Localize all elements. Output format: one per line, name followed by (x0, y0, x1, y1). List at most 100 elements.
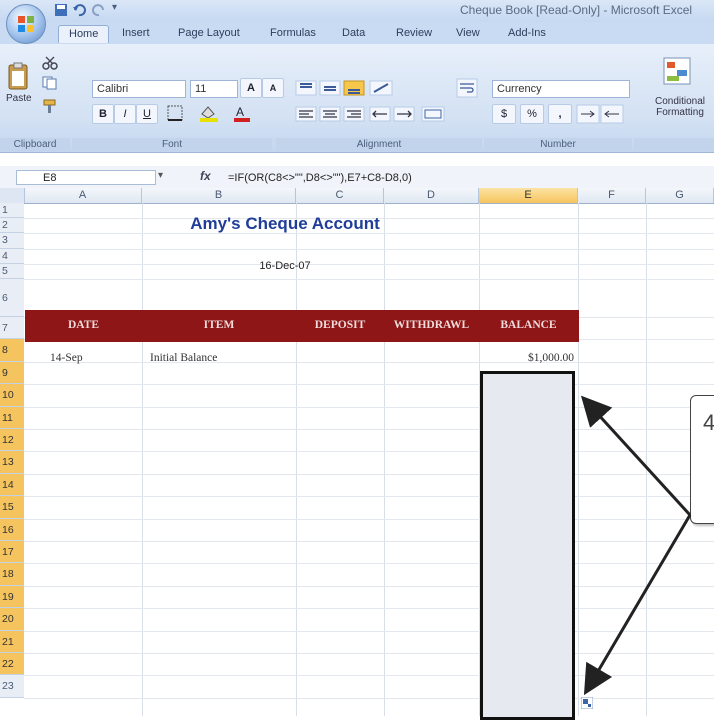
number-format-select[interactable]: Currency (492, 80, 630, 98)
header-withdrawl[interactable]: WITHDRAWL (384, 319, 479, 331)
row-header[interactable]: 17 (0, 541, 24, 564)
gridline (24, 496, 714, 498)
row-header[interactable]: 5 (0, 263, 24, 279)
shrink-font-button[interactable]: A (262, 78, 284, 98)
horizontal-align-icons[interactable] (294, 104, 454, 124)
office-button[interactable] (6, 4, 46, 44)
row-header[interactable]: 20 (0, 608, 24, 631)
row-header[interactable]: 3 (0, 233, 24, 249)
row-header[interactable]: 8 (0, 339, 24, 362)
row-header[interactable]: 6 (0, 279, 24, 317)
redo-icon[interactable] (92, 3, 106, 17)
column-header-c[interactable]: C (296, 188, 384, 203)
underline-button[interactable]: U (136, 104, 158, 124)
gridline (24, 263, 714, 265)
header-balance[interactable]: BALANCE (479, 319, 578, 331)
row-header[interactable]: 11 (0, 406, 24, 429)
gridline (24, 406, 714, 408)
row-header[interactable]: 19 (0, 585, 24, 609)
column-header-a[interactable]: A (24, 188, 142, 203)
column-header-e[interactable]: E (479, 188, 578, 203)
sheet-title[interactable]: Amy's Cheque Account (145, 214, 425, 234)
row-header[interactable]: 7 (0, 317, 24, 340)
gridline (24, 384, 714, 386)
row-header[interactable]: 13 (0, 451, 24, 474)
name-box-dropdown-icon[interactable]: ▾ (158, 170, 163, 181)
percent-button[interactable]: % (520, 104, 544, 124)
italic-button[interactable]: I (114, 104, 136, 124)
auto-fill-options-icon[interactable] (581, 697, 593, 709)
select-all-corner[interactable] (0, 188, 25, 203)
currency-button[interactable]: $ (492, 104, 516, 124)
selected-range[interactable] (480, 371, 575, 720)
wrap-text-icon[interactable] (456, 78, 478, 98)
tab-review[interactable]: Review (386, 25, 442, 42)
insert-function-button[interactable]: fx (200, 169, 220, 183)
row-header[interactable]: 10 (0, 384, 24, 407)
row-header[interactable]: 15 (0, 496, 24, 519)
formula-input[interactable]: =IF(OR(C8<>"",D8<>""),E7+C8-D8,0) (228, 170, 714, 186)
row7-item[interactable]: Initial Balance (150, 352, 217, 364)
row7-balance[interactable]: $1,000.00 (490, 352, 574, 364)
column-header-f[interactable]: F (578, 188, 646, 203)
tab-data[interactable]: Data (332, 25, 375, 42)
gridline (24, 630, 714, 632)
fill-color-icon[interactable] (198, 104, 226, 122)
copy-icon[interactable] (42, 76, 58, 90)
styles-group-label (634, 138, 714, 151)
row-header[interactable]: 9 (0, 361, 24, 385)
tab-add-ins[interactable]: Add-Ins (498, 25, 556, 42)
undo-icon[interactable] (72, 3, 86, 17)
paste-button[interactable]: Paste (6, 62, 32, 104)
paste-label: Paste (6, 93, 32, 104)
font-color-icon[interactable]: A (232, 104, 260, 122)
cut-icon[interactable] (42, 56, 58, 70)
decimal-icons[interactable] (576, 104, 624, 124)
gridline (24, 563, 714, 565)
gridline (24, 361, 714, 363)
vertical-align-icons[interactable] (294, 78, 404, 98)
save-icon[interactable] (54, 3, 68, 17)
svg-text:A: A (236, 105, 244, 119)
name-box[interactable]: E8 (16, 170, 156, 185)
comma-button[interactable]: , (548, 104, 572, 124)
clipboard-icon (8, 62, 28, 90)
row-header[interactable]: 18 (0, 563, 24, 586)
gridline (24, 675, 714, 677)
tab-home[interactable]: Home (58, 25, 110, 43)
row-header[interactable]: 1 (0, 203, 24, 219)
tab-view[interactable]: View (446, 25, 490, 42)
qat-dropdown-icon[interactable]: ▾ (112, 2, 117, 13)
header-deposit[interactable]: DEPOSIT (296, 319, 384, 331)
row-header[interactable]: 22 (0, 653, 24, 676)
row-header[interactable]: 16 (0, 518, 24, 541)
tab-page-layout[interactable]: Page Layout (168, 25, 250, 42)
column-header-b[interactable]: B (142, 188, 296, 203)
font-size-select[interactable]: 11 (190, 80, 238, 98)
header-item[interactable]: ITEM (142, 319, 296, 331)
number-group-label: Number (484, 138, 632, 151)
row-header[interactable]: 2 (0, 218, 24, 234)
row-header[interactable]: 4 (0, 248, 24, 264)
conditional-formatting-icon[interactable] (662, 56, 692, 86)
date-cell[interactable]: 16-Dec-07 (255, 260, 315, 272)
font-group-label: Font (72, 138, 272, 151)
grow-font-button[interactable]: A (240, 78, 262, 98)
row-header[interactable]: 14 (0, 473, 24, 497)
format-painter-icon[interactable] (42, 98, 58, 114)
tab-insert[interactable]: Insert (112, 25, 160, 42)
bold-button[interactable]: B (92, 104, 114, 124)
row-header[interactable]: 12 (0, 429, 24, 452)
column-header-g[interactable]: G (646, 188, 714, 203)
tab-formulas[interactable]: Formulas (260, 25, 326, 42)
borders-icon[interactable] (166, 104, 194, 122)
office-logo-icon (18, 16, 34, 32)
gridline (24, 429, 714, 430)
row7-date[interactable]: 14-Sep (50, 352, 83, 364)
conditional-formatting-label[interactable]: Conditional Formatting (646, 96, 714, 118)
row-header[interactable]: 21 (0, 630, 24, 653)
header-date[interactable]: DATE (25, 319, 142, 331)
column-header-d[interactable]: D (384, 188, 479, 203)
font-name-select[interactable]: Calibri (92, 80, 186, 98)
row-header[interactable]: 23 (0, 675, 24, 698)
